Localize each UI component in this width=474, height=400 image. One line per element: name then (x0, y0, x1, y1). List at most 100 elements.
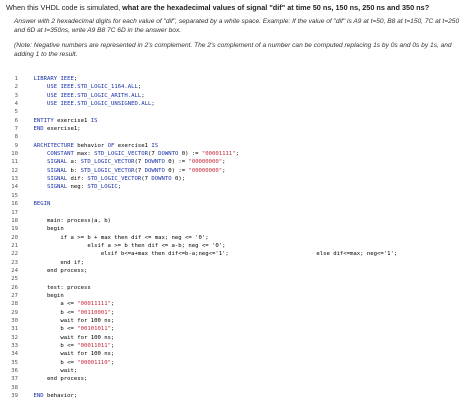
code-line: 15 (0, 192, 474, 200)
line-number: 16 (11, 201, 18, 208)
line-number: 13 (11, 176, 18, 183)
complement-note: (Note: Negative numbers are represented … (14, 42, 452, 58)
line-number: 18 (11, 217, 18, 224)
code-line: 11 SIGNAL a: STD_LOGIC_VECTOR(7 DOWNTO 0… (0, 158, 474, 166)
line-text: b <= "00011011"; (20, 343, 115, 349)
line-number: 19 (11, 226, 18, 233)
line-text: b <= "00101011"; (20, 326, 115, 333)
line-number: 31 (11, 326, 18, 333)
line-text: CONSTANT max: STD_LOGIC_VECTOR(7 DOWNTO … (46, 151, 239, 158)
line-number: 33 (11, 343, 18, 349)
line-number: 32 (11, 334, 18, 341)
code-line: 37 end process; (0, 375, 474, 383)
line-number: 10 (11, 151, 18, 158)
code-line: 14 SIGNAL neg: STD_LOGIC; (0, 183, 474, 191)
code-line: 17 (0, 209, 474, 217)
line-number: 20 (11, 234, 18, 241)
line-number: 24 (11, 267, 18, 274)
line-text: USE IEEE.STD_LOGIC_ARITH.ALL; (46, 92, 145, 99)
line-text: wait; (20, 368, 78, 375)
code-line: 13 SIGNAL dif: STD_LOGIC_VECTOR(7 DOWNTO… (0, 175, 474, 183)
code-line: 1 LIBRARY IEEE; (0, 75, 474, 83)
line-text: wait for 100 ns; (20, 351, 115, 358)
code-line: 29 b <= "00110001"; (0, 309, 474, 317)
code-line: 2 USE IEEE.STD_LOGIC_1164.ALL; (0, 83, 474, 91)
line-text: SIGNAL dif: STD_LOGIC_VECTOR(7 DOWNTO 0)… (46, 176, 186, 183)
question-prefix: When this VHDL code is simulated, (6, 3, 123, 12)
line-text: SIGNAL b: STD_LOGIC_VECTOR(7 DOWNTO 0) :… (46, 167, 226, 174)
line-text: b <= "00001110"; (20, 359, 115, 366)
code-listing: 1 LIBRARY IEEE; 2 USE IEEE.STD_LOGIC_1164… (0, 75, 474, 400)
line-text: end process; (20, 376, 88, 383)
line-text: LIBRARY IEEE; (33, 76, 78, 82)
code-line: 24 end process; (0, 267, 474, 275)
line-text: wait for 100 ns; (20, 317, 115, 324)
line-number: 2 (14, 84, 18, 91)
line-text: SIGNAL neg: STD_LOGIC; (46, 184, 122, 191)
code-line: 10 CONSTANT max: STD_LOGIC_VECTOR(7 DOWN… (0, 150, 474, 158)
question-bold: what are the hexadecimal values of signa… (122, 3, 430, 12)
line-number: 5 (14, 109, 18, 116)
code-line: 23 end if; (0, 259, 474, 267)
line-number: 21 (11, 242, 18, 249)
line-text: begin (20, 226, 64, 233)
code-line: 39 END behavior; (0, 392, 474, 400)
line-text: begin (20, 292, 64, 299)
code-line: 21 elsif a >= b then dif <= a-b; neg <= … (0, 242, 474, 250)
line-number: 36 (11, 368, 18, 375)
line-number: 12 (11, 167, 18, 174)
line-number: 37 (11, 376, 18, 383)
line-text: end if; (20, 259, 84, 266)
line-number: 17 (11, 209, 18, 216)
code-line: 30 wait for 100 ns; (0, 317, 474, 325)
code-line: 6 ENTITY exercise1 IS (0, 117, 474, 125)
line-text: ENTITY exercise1 IS (33, 117, 98, 124)
code-line: 7 END exercise1; (0, 125, 474, 133)
code-line: 28 a <= "00011111"; (0, 300, 474, 308)
code-line: 25 (0, 275, 474, 283)
code-line: 18 main: process(a, b) (0, 217, 474, 225)
code-line: 22 elsif b<=a+max then dif<=b-a;neg<='1'… (0, 250, 474, 258)
code-line: 20 if a >= b + max then dif <= max; neg … (0, 234, 474, 242)
line-number: 35 (11, 359, 18, 366)
code-line: 34 wait for 100 ns; (0, 350, 474, 358)
line-text: USE IEEE.STD_LOGIC_1164.ALL; (46, 84, 142, 91)
answer-instruction: Answer with 2 hexadecimal digits for eac… (14, 18, 460, 34)
line-number: 7 (14, 126, 18, 133)
code-line: 38 (0, 384, 474, 392)
code-line: 26 test: process (0, 284, 474, 292)
code-line: 8 (0, 133, 474, 141)
line-number: 34 (11, 351, 18, 358)
line-text: USE IEEE.STD_LOGIC_UNSIGNED.ALL; (46, 101, 155, 108)
code-line: 35 b <= "00001110"; (0, 359, 474, 367)
line-text: end process; (20, 267, 88, 274)
line-number: 29 (11, 309, 18, 316)
line-text: elsif a >= b then dif <= a-b; neg <= '0'… (20, 242, 226, 249)
code-line: 12 SIGNAL b: STD_LOGIC_VECTOR(7 DOWNTO 0… (0, 167, 474, 175)
line-text: main: process(a, b) (20, 217, 111, 224)
line-text: END behavior; (33, 393, 78, 400)
line-number: 3 (14, 92, 18, 99)
line-text: a <= "00011111"; (20, 301, 115, 308)
line-number: 4 (14, 101, 18, 108)
code-line: 33 b <= "00011011"; (0, 342, 474, 350)
code-line: 3 USE IEEE.STD_LOGIC_ARITH.ALL; (0, 92, 474, 100)
line-text: elsif b<=a+max then dif<=b-a;neg<='1'; e… (20, 251, 398, 258)
line-number: 9 (14, 142, 18, 149)
line-number: 14 (11, 184, 18, 191)
line-number: 30 (11, 317, 18, 324)
line-number: 8 (14, 134, 18, 141)
line-text: if a >= b + max then dif <= max; neg <= … (20, 234, 209, 241)
line-number: 27 (11, 292, 18, 299)
code-line: 16 BEGIN (0, 200, 474, 208)
question-text: When this VHDL code is simulated, what a… (6, 3, 468, 13)
line-text: ARCHITECTURE behavior OF exercise1 IS (33, 142, 159, 149)
line-number: 26 (11, 284, 18, 291)
line-number: 28 (11, 301, 18, 308)
line-number: 11 (11, 159, 18, 166)
line-number: 23 (11, 259, 18, 266)
line-number: 25 (11, 276, 18, 283)
line-number: 39 (11, 393, 18, 400)
line-text: test: process (20, 284, 91, 291)
code-line: 4 USE IEEE.STD_LOGIC_UNSIGNED.ALL; (0, 100, 474, 108)
